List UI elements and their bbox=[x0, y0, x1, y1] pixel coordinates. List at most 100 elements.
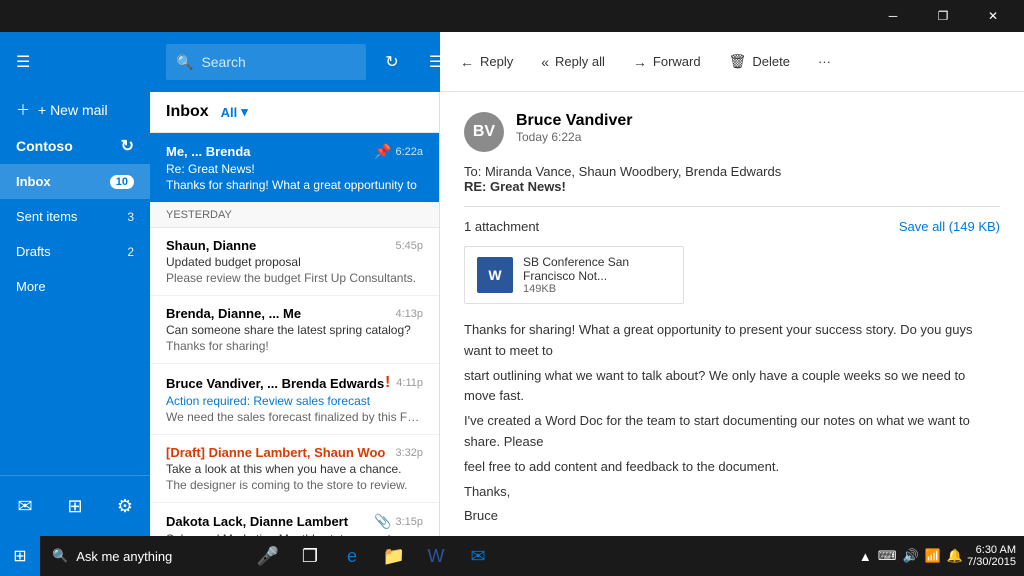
body-line: Thanks, bbox=[464, 482, 1000, 503]
email-subject: RE: Great News! bbox=[464, 179, 1000, 194]
keyboard-icon[interactable]: ⌨ bbox=[878, 548, 897, 564]
sender-name: Brenda, Dianne, ... Me bbox=[166, 306, 301, 321]
pin-icon: 📎 bbox=[374, 513, 391, 530]
reply-label: Reply bbox=[480, 54, 513, 69]
date-separator: Yesterday bbox=[150, 203, 439, 228]
nav-bottom-icons: ✉ ⊞ ⚙ bbox=[0, 475, 150, 536]
sidebar-item-more[interactable]: More bbox=[0, 269, 150, 304]
sent-label: Sent items bbox=[16, 209, 77, 224]
settings-nav-icon[interactable]: ⚙ bbox=[105, 486, 145, 526]
mail-item[interactable]: Shaun, Dianne 5:45p Updated budget propo… bbox=[150, 228, 439, 296]
more-label: More bbox=[16, 279, 46, 294]
taskbar-app-multitask[interactable]: ❐ bbox=[290, 536, 330, 576]
start-button[interactable]: ⊞ bbox=[0, 536, 40, 576]
reply-all-button[interactable]: « Reply all bbox=[529, 44, 617, 80]
divider bbox=[464, 206, 1000, 207]
network-icon[interactable]: 📶 bbox=[925, 548, 941, 564]
search-input[interactable] bbox=[201, 54, 331, 70]
taskbar-search-label: Ask me anything bbox=[76, 549, 172, 564]
account-section: Contoso ↻ bbox=[0, 128, 150, 164]
mail-time: 4:11p bbox=[396, 377, 423, 389]
inbox-badge: 10 bbox=[110, 175, 134, 189]
email-header: BV Bruce Vandiver Today 6:22a bbox=[464, 112, 1000, 152]
inbox-title: Inbox bbox=[166, 103, 209, 121]
email-meta: Bruce Vandiver Today 6:22a bbox=[516, 112, 1000, 144]
delete-icon: 🗑 bbox=[729, 53, 747, 70]
taskbar-app-explorer[interactable]: 📁 bbox=[374, 536, 414, 576]
sidebar-item-drafts[interactable]: Drafts 2 bbox=[0, 234, 150, 269]
mail-list-header: Inbox All ▾ bbox=[150, 92, 439, 133]
search-box[interactable]: 🔍 bbox=[166, 44, 366, 80]
sidebar-item-sent[interactable]: Sent items 3 bbox=[0, 199, 150, 234]
mail-item[interactable]: Bruce Vandiver, ... Brenda Edwards ! 4:1… bbox=[150, 364, 439, 435]
refresh-icon[interactable]: ↻ bbox=[374, 44, 410, 80]
mail-sender: [Draft] Dianne Lambert, Shaun Woo 3:32p bbox=[166, 445, 423, 460]
mail-item[interactable]: Brenda, Dianne, ... Me 4:13p Can someone… bbox=[150, 296, 439, 364]
forward-label: Forward bbox=[653, 54, 701, 69]
minimize-button[interactable]: ─ bbox=[870, 0, 916, 32]
hamburger-icon[interactable]: ☰ bbox=[16, 52, 30, 72]
mail-sender: Me, ... Brenda 📌 6:22a bbox=[166, 143, 423, 160]
inbox-label: Inbox bbox=[16, 174, 51, 189]
close-button[interactable]: ✕ bbox=[970, 0, 1016, 32]
attachment-info: SB Conference San Francisco Not... 149KB bbox=[523, 255, 671, 295]
taskbar-app-word[interactable]: W bbox=[416, 536, 456, 576]
sync-icon[interactable]: ↻ bbox=[121, 136, 134, 156]
save-all-button[interactable]: Save all (149 KB) bbox=[899, 219, 1000, 234]
notification-icon[interactable]: 🔔 bbox=[947, 548, 963, 564]
more-actions-label: ··· bbox=[818, 54, 831, 69]
content-area: Inbox All ▾ Me, ... Brenda 📌 6:22a Re: G… bbox=[150, 92, 1024, 536]
filter-chevron-icon: ▾ bbox=[241, 104, 248, 120]
mail-preview: The designer is coming to the store to r… bbox=[166, 478, 423, 492]
mail-sender: Dakota Lack, Dianne Lambert 📎 3:15p bbox=[166, 513, 423, 530]
volume-icon[interactable]: 🔊 bbox=[903, 548, 919, 564]
new-mail-icon: ＋ bbox=[16, 100, 30, 120]
maximize-button[interactable]: ❐ bbox=[920, 0, 966, 32]
mail-subject: Can someone share the latest spring cata… bbox=[166, 323, 423, 337]
email-body: Thanks for sharing! What a great opportu… bbox=[464, 320, 1000, 527]
mail-list: Inbox All ▾ Me, ... Brenda 📌 6:22a Re: G… bbox=[150, 92, 440, 536]
taskbar-app-cortana[interactable]: 🎤 bbox=[248, 536, 288, 576]
title-bar: ─ ❐ ✕ bbox=[0, 0, 1024, 32]
email-action-toolbar: ← Reply « Reply all → Forward 🗑 Delete ·… bbox=[440, 32, 1024, 92]
mail-subject: Action required: Review sales forecast bbox=[166, 394, 423, 408]
calendar-nav-icon[interactable]: ⊞ bbox=[55, 486, 95, 526]
taskbar-right: ▲ ⌨ 🔊 📶 🔔 6:30 AM 7/30/2015 bbox=[851, 544, 1024, 568]
body-line: I've created a Word Doc for the team to … bbox=[464, 411, 1000, 453]
mail-item[interactable]: Dakota Lack, Dianne Lambert 📎 3:15p Sale… bbox=[150, 503, 439, 536]
sent-count: 3 bbox=[127, 210, 134, 224]
filter-button[interactable]: All ▾ bbox=[217, 102, 252, 122]
attachment-count: 1 attachment bbox=[464, 219, 539, 234]
body-line: start outlining what we want to talk abo… bbox=[464, 366, 1000, 408]
sender-name: Bruce Vandiver, ... Brenda Edwards bbox=[166, 376, 384, 391]
sender-name: Shaun, Dianne bbox=[166, 238, 256, 253]
taskbar-search[interactable]: 🔍 Ask me anything bbox=[40, 548, 240, 564]
mail-preview: Thanks for sharing! What a great opportu… bbox=[166, 178, 423, 192]
mail-preview: We need the sales forecast finalized by … bbox=[166, 410, 423, 424]
taskbar-app-edge[interactable]: e bbox=[332, 536, 372, 576]
taskbar-app-mail[interactable]: ✉ bbox=[458, 536, 498, 576]
more-actions-button[interactable]: ··· bbox=[806, 44, 843, 80]
sidebar-item-inbox[interactable]: Inbox 10 bbox=[0, 164, 150, 199]
account-name: Contoso bbox=[16, 138, 73, 154]
drafts-label: Drafts bbox=[16, 244, 51, 259]
email-to: To: Miranda Vance, Shaun Woodbery, Brend… bbox=[464, 164, 1000, 179]
body-line: Thanks for sharing! What a great opportu… bbox=[464, 320, 1000, 362]
filter-label: All bbox=[221, 105, 238, 120]
mail-sender: Bruce Vandiver, ... Brenda Edwards ! 4:1… bbox=[166, 374, 423, 392]
email-date: Today 6:22a bbox=[516, 130, 1000, 144]
chevron-up-icon[interactable]: ▲ bbox=[859, 549, 872, 564]
reply-button[interactable]: ← Reply bbox=[448, 44, 525, 80]
attachment-item[interactable]: W SB Conference San Francisco Not... 149… bbox=[464, 246, 684, 304]
mail-item[interactable]: Me, ... Brenda 📌 6:22a Re: Great News! T… bbox=[150, 133, 439, 203]
sender-name: [Draft] Dianne Lambert, Shaun Woo bbox=[166, 445, 385, 460]
delete-button[interactable]: 🗑 Delete bbox=[717, 44, 802, 80]
forward-button[interactable]: → Forward bbox=[621, 44, 713, 80]
reply-icon: ← bbox=[460, 54, 474, 70]
taskbar-date-display: 7/30/2015 bbox=[967, 556, 1016, 568]
taskbar-clock[interactable]: 6:30 AM 7/30/2015 bbox=[967, 544, 1016, 568]
mail-nav-icon[interactable]: ✉ bbox=[5, 486, 45, 526]
new-mail-button[interactable]: ＋ + New mail bbox=[0, 92, 150, 128]
attachment-bar: 1 attachment Save all (149 KB) bbox=[464, 219, 1000, 234]
mail-item[interactable]: [Draft] Dianne Lambert, Shaun Woo 3:32p … bbox=[150, 435, 439, 503]
